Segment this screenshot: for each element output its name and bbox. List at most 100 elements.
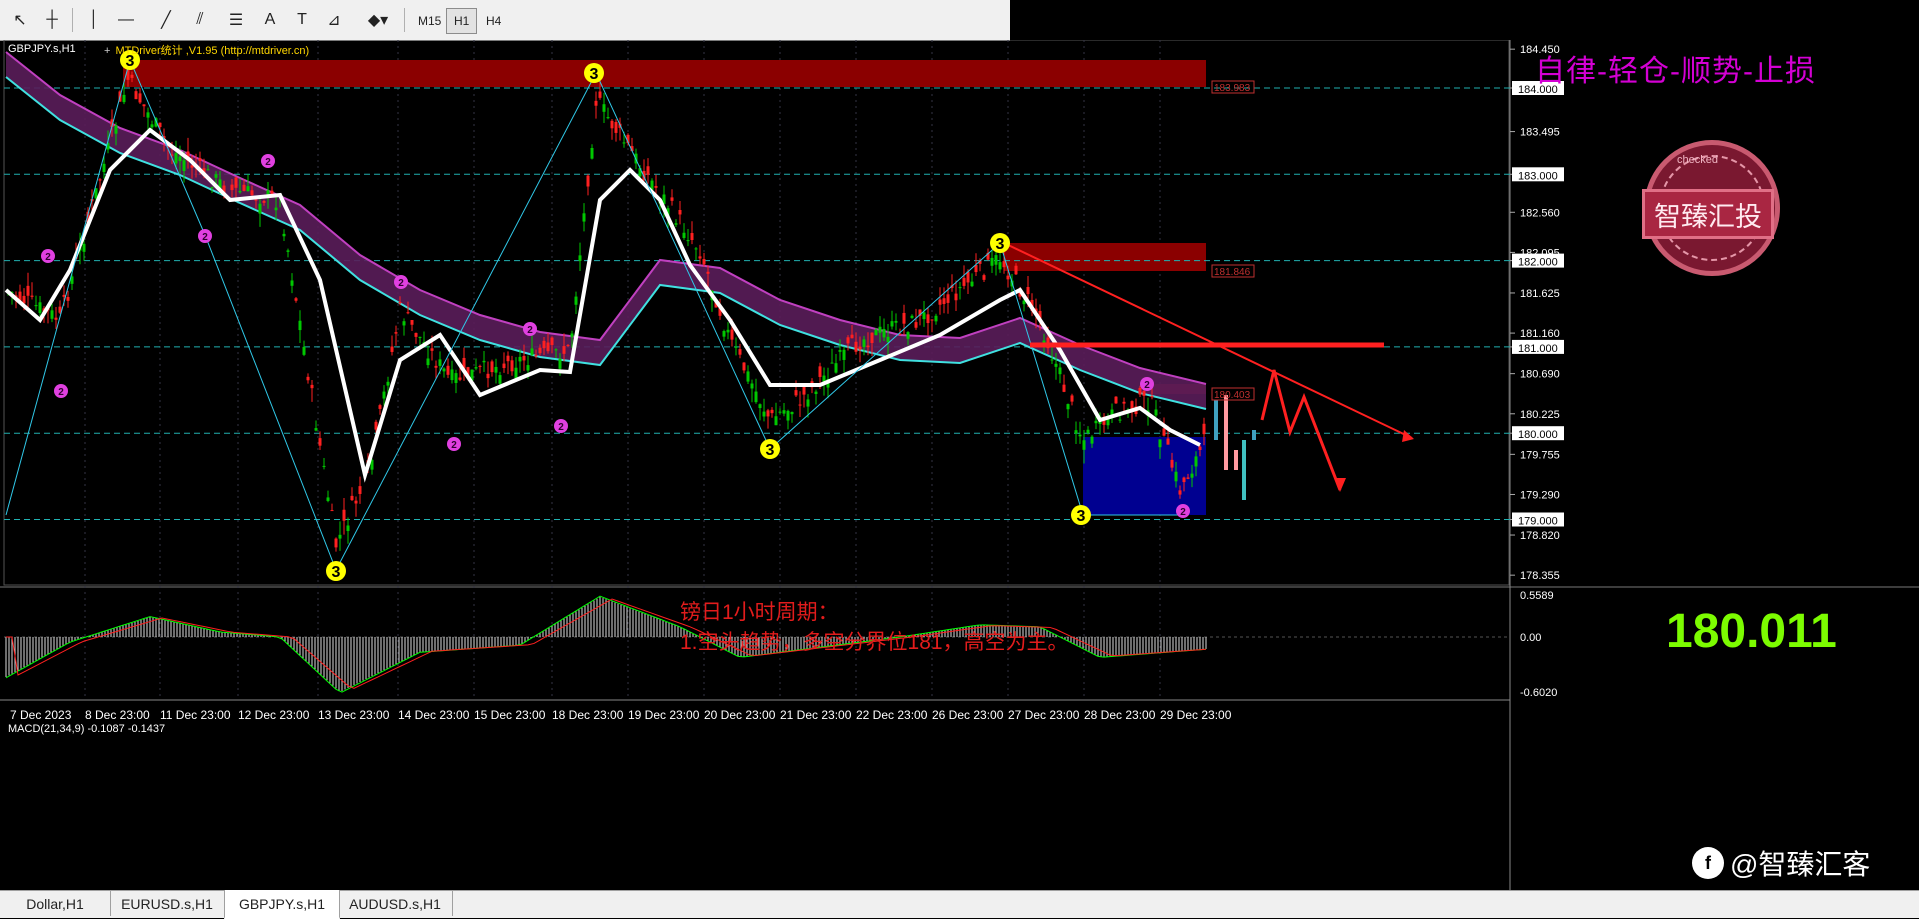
macd-axis-label: -0.6020 [1520,687,1557,699]
candle-body [1006,275,1010,280]
cursor-icon[interactable]: ↖ [6,6,34,34]
candle-body [706,271,710,274]
fibo-fan-icon[interactable]: ⊿ [320,6,348,34]
candle-body [942,298,946,304]
candle-body [670,197,674,201]
candle-body [518,356,522,362]
candle-body [426,358,430,366]
candle-body [758,404,762,409]
candle-body [610,120,614,129]
tab-dollar[interactable]: Dollar,H1 [0,891,111,916]
candle-body [402,321,406,326]
macd-label: MACD(21,34,9) -0.1087 -0.1437 [8,723,166,735]
candle-body [566,344,570,346]
candle-body [1158,439,1162,448]
shapes-dropdown-icon[interactable]: ◆▾ [360,6,396,34]
candle-body [746,371,750,382]
text-icon[interactable]: A [256,6,284,34]
candle-body [354,500,358,504]
candle-body [1054,363,1058,367]
candle-body [1082,440,1086,450]
timeframe-m15-button[interactable]: M15 [410,8,449,34]
candle-body [478,365,482,367]
candle-body [114,125,118,134]
candle-body [510,360,514,372]
text-label-icon[interactable]: T [288,6,316,34]
wave-marker-2-label: 2 [58,387,64,398]
candle-body [818,366,822,377]
candle-body [602,104,606,112]
time-axis-label: 26 Dec 23:00 [932,708,1004,722]
candle-body [754,391,758,403]
candle-body [326,497,330,501]
expand-icon[interactable]: + [104,45,110,57]
candle-body [730,329,734,340]
candle-body [122,94,126,103]
candle-body [430,348,434,351]
candle-body [434,365,438,368]
trendline-arrow-icon [1402,430,1414,442]
candle-body [990,257,994,266]
time-axis-label: 20 Dec 23:00 [704,708,776,722]
candle-body [962,277,966,286]
candle-body [798,404,802,406]
time-axis-label: 28 Dec 23:00 [1084,708,1156,722]
candle-body [1198,446,1202,451]
projection-arrow-icon [1334,478,1346,492]
channel-icon[interactable]: ⫽ [186,6,214,34]
indicator-label: + MTDriver统计 ,V1.95 (http://mtdriver.cn) [104,42,309,58]
candle-body [906,332,910,339]
price-axis-label: 183.000 [1518,170,1558,182]
candle-body [1078,434,1082,437]
horizontal-line-icon[interactable]: ― [112,6,140,34]
candle-body [514,367,518,379]
tab-gbpjpy[interactable]: GBPJPY.s,H1 [224,890,340,919]
tab-eurusd[interactable]: EURUSD.s,H1 [110,891,225,916]
crosshair-icon[interactable]: ┼ [38,6,66,34]
candle-body [358,486,362,494]
candle-body [574,296,578,305]
candle-body [782,410,786,414]
candle-body [494,366,498,373]
vertical-line-icon[interactable]: │ [80,6,108,34]
candle-body [854,341,858,352]
candle-body [322,465,326,467]
candle-body [442,368,446,372]
candle-body [526,365,530,371]
candle-body [458,377,462,380]
candle-body [902,312,906,324]
candle-body [258,203,262,214]
candle-body [398,302,402,304]
candle-body [282,233,286,237]
time-axis-label: 14 Dec 23:00 [398,708,470,722]
candle-body [1186,477,1190,479]
candle-body [834,363,838,373]
candle-body [138,93,142,103]
wave-marker-3-label: 3 [996,236,1005,253]
projection-path [1260,369,1342,491]
candle-body [866,345,870,348]
candle-body [842,349,846,360]
candle-body [290,280,294,286]
price-chart[interactable]: 3333332222222222183.983181.846180.403184… [0,40,1919,890]
timeframe-h4-button[interactable]: H4 [478,8,509,34]
chart-window[interactable]: 3 3 3 3 3 3 2 2 2 2 2 2 2 2 2 2 183.983 181.846 180.403 184… [0,40,1919,890]
candle-body [274,207,278,211]
trendline-icon[interactable]: ╱ [152,6,180,34]
candle-body [682,232,686,238]
fibonacci-icon[interactable]: ☰ [222,6,250,34]
price-axis-label: 180.690 [1520,369,1560,381]
candle-body [1066,404,1070,410]
candle-body [1090,436,1094,444]
candle-body [654,185,658,188]
candle-body [578,255,582,261]
wave-marker-2-label: 2 [45,252,51,263]
candle-body [30,295,34,297]
candle-body [846,337,850,344]
candle-body [1118,419,1122,421]
candle-body [1014,265,1018,275]
candle-body [506,355,510,362]
timeframe-h1-button[interactable]: H1 [446,8,478,34]
tab-audusd[interactable]: AUDUSD.s,H1 [338,891,453,916]
candle-body [410,319,414,325]
